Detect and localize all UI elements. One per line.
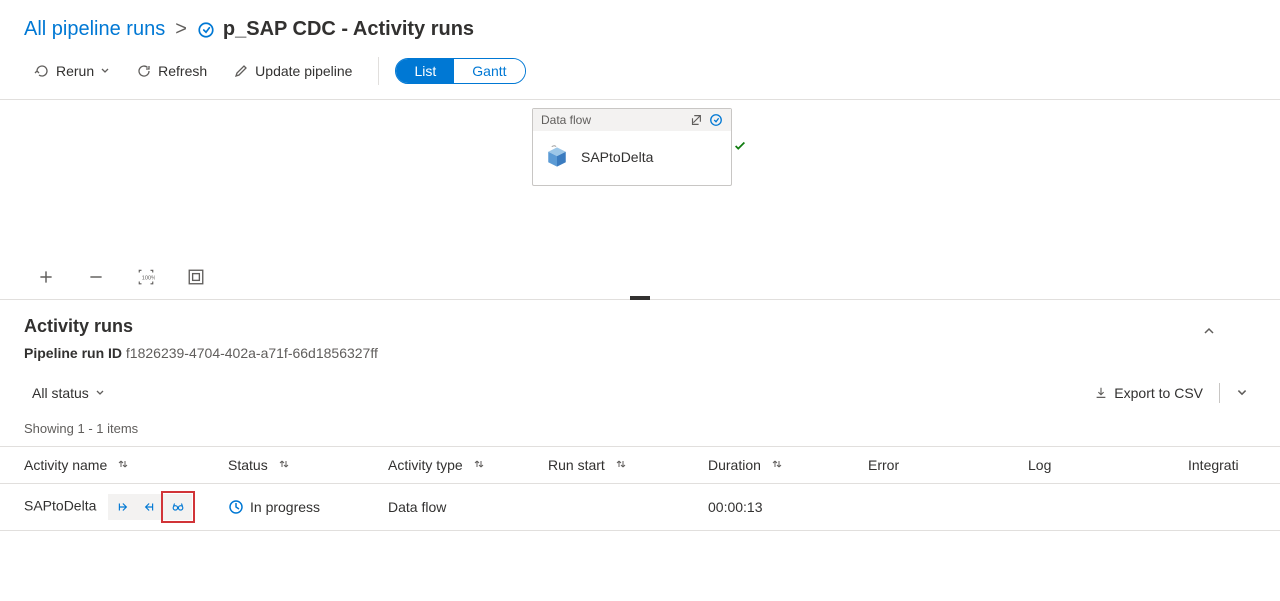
breadcrumb-parent-link[interactable]: All pipeline runs: [24, 18, 165, 41]
chevron-down-icon: [1236, 387, 1248, 399]
status-text: In progress: [250, 499, 320, 515]
svg-text:100%: 100%: [142, 275, 155, 281]
cell-activity-name: SAPtoDelta: [0, 484, 220, 531]
page-title: p_SAP CDC - Activity runs: [223, 18, 474, 41]
sort-icon: [615, 458, 627, 470]
output-icon-button[interactable]: [136, 494, 164, 520]
col-label: Error: [868, 457, 899, 473]
refresh-label: Refresh: [158, 63, 207, 79]
col-duration[interactable]: Duration: [700, 447, 860, 484]
col-activity-name[interactable]: Activity name: [0, 447, 220, 484]
col-status[interactable]: Status: [220, 447, 380, 484]
cell-integration: [1180, 484, 1280, 531]
open-external-icon[interactable]: [689, 113, 703, 127]
toolbar: Rerun Refresh Update pipeline List Gantt: [0, 53, 1280, 100]
status-filter-label: All status: [32, 385, 89, 401]
breadcrumb-current: p_SAP CDC - Activity runs: [197, 18, 474, 41]
activity-name-text: SAPtoDelta: [24, 498, 96, 514]
canvas-controls: 100%: [36, 267, 206, 287]
col-label: Run start: [548, 457, 605, 473]
input-icon-button[interactable]: [108, 494, 136, 520]
col-label: Activity name: [24, 457, 107, 473]
fullscreen-button[interactable]: [186, 267, 206, 287]
list-view-button[interactable]: List: [396, 59, 454, 83]
node-body: SAPtoDelta: [533, 131, 731, 185]
cell-error: [860, 484, 1020, 531]
col-label: Status: [228, 457, 268, 473]
col-label: Activity type: [388, 457, 463, 473]
zoom-out-button[interactable]: [86, 267, 106, 287]
breadcrumb-separator: >: [175, 18, 187, 41]
refresh-button[interactable]: Refresh: [126, 57, 217, 85]
zoom-in-button[interactable]: [36, 267, 56, 287]
activity-node[interactable]: Data flow SAPtoDelta: [532, 108, 732, 186]
breadcrumb: All pipeline runs > p_SAP CDC - Activity…: [0, 0, 1280, 53]
results-count: Showing 1 - 1 items: [0, 417, 1280, 446]
pipeline-icon: [197, 21, 215, 39]
cell-status: In progress: [220, 484, 380, 531]
col-activity-type[interactable]: Activity type: [380, 447, 540, 484]
node-header: Data flow: [533, 109, 731, 131]
view-toggle: List Gantt: [395, 58, 525, 84]
sort-icon: [278, 458, 290, 470]
update-label: Update pipeline: [255, 63, 352, 79]
export-csv-button[interactable]: Export to CSV: [1086, 379, 1211, 407]
dataflow-icon: [543, 143, 571, 171]
activity-runs-section: Activity runs Pipeline run ID f1826239-4…: [0, 300, 1280, 361]
col-integration[interactable]: Integrati: [1180, 447, 1280, 484]
pipeline-canvas: Data flow SAPtoDelta 100%: [0, 100, 1280, 300]
check-icon: [733, 139, 747, 153]
divider: [1219, 383, 1220, 403]
rerun-label: Rerun: [56, 63, 94, 79]
section-title: Activity runs: [24, 316, 1256, 337]
col-run-start[interactable]: Run start: [540, 447, 700, 484]
runid-value: f1826239-4704-402a-a71f-66d1856327ff: [126, 345, 378, 361]
update-pipeline-button[interactable]: Update pipeline: [223, 57, 362, 85]
cell-duration: 00:00:13: [700, 484, 860, 531]
sort-icon: [771, 458, 783, 470]
export-dropdown-button[interactable]: [1228, 381, 1256, 405]
node-name: SAPtoDelta: [581, 149, 653, 165]
col-log[interactable]: Log: [1020, 447, 1180, 484]
zoom-fit-button[interactable]: 100%: [136, 267, 156, 287]
cell-log: [1020, 484, 1180, 531]
col-label: Duration: [708, 457, 761, 473]
col-label: Integrati: [1188, 457, 1239, 473]
in-progress-icon: [228, 499, 244, 515]
activity-table: Activity name Status Activity type Run s…: [0, 446, 1280, 531]
details-glasses-button[interactable]: [164, 494, 192, 520]
filter-bar: All status Export to CSV: [0, 379, 1280, 417]
cell-activity-type: Data flow: [380, 484, 540, 531]
export-label: Export to CSV: [1114, 385, 1203, 401]
node-status-icon: [709, 113, 723, 127]
sort-icon: [473, 458, 485, 470]
export-actions: Export to CSV: [1086, 379, 1256, 407]
chevron-down-icon: [95, 388, 105, 398]
refresh-icon: [136, 63, 152, 79]
col-label: Log: [1028, 457, 1051, 473]
runid-label: Pipeline run ID: [24, 345, 122, 361]
chevron-down-icon: [100, 66, 110, 76]
toolbar-divider: [378, 57, 379, 85]
cell-run-start: [540, 484, 700, 531]
table-header-row: Activity name Status Activity type Run s…: [0, 447, 1280, 484]
status-filter-dropdown[interactable]: All status: [24, 379, 113, 407]
rerun-icon: [34, 63, 50, 79]
pipeline-run-id: Pipeline run ID f1826239-4704-402a-a71f-…: [24, 345, 1256, 361]
table-row: SAPtoDelta In progress Data flow 00:00:1…: [0, 484, 1280, 531]
sort-icon: [117, 458, 129, 470]
node-type-label: Data flow: [541, 113, 591, 127]
download-icon: [1094, 386, 1108, 400]
rerun-button[interactable]: Rerun: [24, 57, 120, 85]
collapse-section-button[interactable]: [1202, 324, 1216, 341]
row-actions: [108, 494, 192, 520]
edit-icon: [233, 63, 249, 79]
gantt-view-button[interactable]: Gantt: [454, 59, 524, 83]
col-error[interactable]: Error: [860, 447, 1020, 484]
